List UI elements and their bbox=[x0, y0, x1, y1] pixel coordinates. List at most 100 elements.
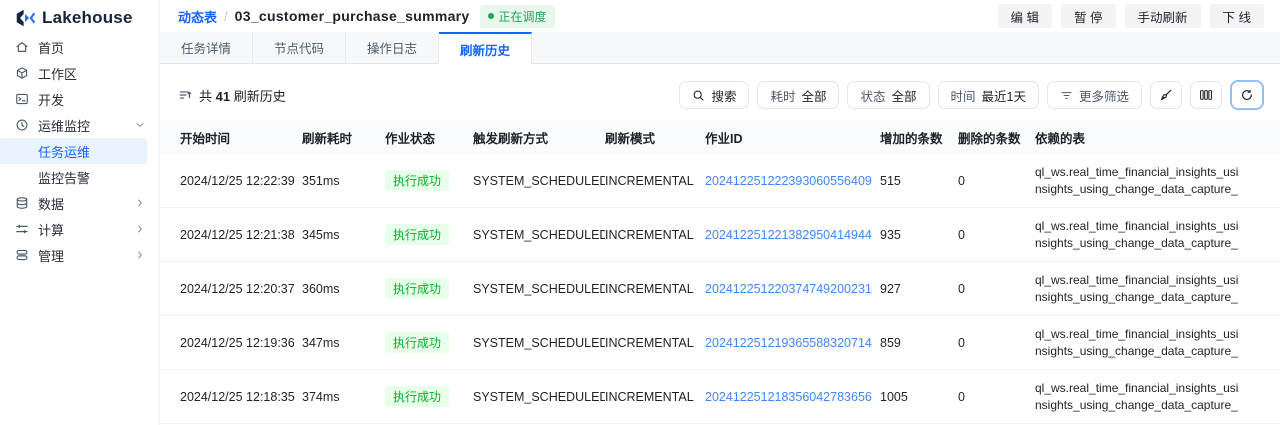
columns-icon bbox=[1199, 88, 1213, 102]
edit-button[interactable]: 编 辑 bbox=[998, 4, 1052, 28]
cell-deleted: 0 bbox=[958, 228, 1035, 242]
list-toolbar: 共 41 刷新历史 搜索 耗时 全部 状态 全部 时间 最 bbox=[160, 64, 1280, 120]
col-added: 增加的条数 bbox=[880, 128, 958, 147]
col-mode: 刷新模式 bbox=[605, 128, 705, 147]
status-filter-button[interactable]: 状态 全部 bbox=[847, 81, 929, 109]
tab-node-code[interactable]: 节点代码 bbox=[253, 32, 346, 63]
col-duration: 刷新耗时 bbox=[302, 128, 385, 147]
toolbar-actions: 搜索 耗时 全部 状态 全部 时间 最近1天 更多筛选 bbox=[679, 80, 1264, 110]
cell-deleted: 0 bbox=[958, 174, 1035, 188]
filter-value: 全部 bbox=[801, 86, 826, 105]
sidebar-item-label: 开发 bbox=[38, 90, 64, 109]
cell-added: 515 bbox=[880, 174, 958, 188]
more-filters-button[interactable]: 更多筛选 bbox=[1047, 81, 1142, 109]
breadcrumb-dynamic-table[interactable]: 动态表 bbox=[178, 7, 217, 26]
cell-deleted: 0 bbox=[958, 336, 1035, 350]
cell-start-time: 2024/12/25 12:21:38 bbox=[180, 228, 302, 242]
table-row: 2024/12/25 12:18:35 374ms 执行成功 SYSTEM_SC… bbox=[160, 370, 1280, 424]
pause-button[interactable]: 暂 停 bbox=[1061, 4, 1115, 28]
refresh-list-button[interactable] bbox=[1230, 80, 1264, 110]
status-badge-label: 正在调度 bbox=[499, 8, 547, 25]
sidebar-item-ops-monitoring[interactable]: 运维监控 bbox=[0, 112, 159, 138]
filter-lines-icon bbox=[1060, 89, 1073, 102]
column-settings-button[interactable] bbox=[1190, 81, 1222, 109]
app-logo[interactable]: Lakehouse bbox=[0, 0, 159, 34]
clean-broom-button[interactable] bbox=[1150, 81, 1182, 109]
filter-value: 最近1天 bbox=[982, 86, 1026, 105]
col-deps: 依赖的表 bbox=[1035, 128, 1280, 147]
terminal-icon bbox=[15, 92, 29, 106]
sidebar-item-admin[interactable]: 管理 bbox=[0, 242, 159, 268]
sidebar-item-dev[interactable]: 开发 bbox=[0, 86, 159, 112]
sidebar-item-workspace[interactable]: 工作区 bbox=[0, 60, 159, 86]
sidebar-item-compute[interactable]: 计算 bbox=[0, 216, 159, 242]
cell-added: 1005 bbox=[880, 390, 958, 404]
sidebar-item-monitor-alerts[interactable]: 监控告警 bbox=[0, 164, 159, 190]
filter-label: 时间 bbox=[951, 86, 976, 105]
tab-refresh-history[interactable]: 刷新历史 bbox=[439, 32, 532, 64]
table-row: 2024/12/25 12:22:39 351ms 执行成功 SYSTEM_SC… bbox=[160, 154, 1280, 208]
job-id-link[interactable]: 202412251218356042783656 bbox=[705, 390, 872, 404]
sidebar-item-task-ops[interactable]: 任务运维 bbox=[0, 138, 147, 164]
duration-filter-button[interactable]: 耗时 全部 bbox=[757, 81, 839, 109]
cell-dependent-table: ql_ws.real_time_financial_insights_usi n… bbox=[1035, 326, 1280, 360]
col-deleted: 删除的条数 bbox=[958, 128, 1035, 147]
broom-icon bbox=[1159, 88, 1173, 102]
breadcrumb-separator: / bbox=[224, 9, 228, 24]
job-id-link[interactable]: 202412251219365588320714 bbox=[705, 336, 872, 350]
cell-mode: INCREMENTAL bbox=[605, 174, 705, 188]
filter-value: 全部 bbox=[892, 86, 917, 105]
job-status-badge: 执行成功 bbox=[385, 278, 449, 299]
manual-refresh-button[interactable]: 手动刷新 bbox=[1125, 4, 1201, 28]
cell-dependent-table: ql_ws.real_time_financial_insights_usi n… bbox=[1035, 164, 1280, 198]
sidebar-nav: 首页 工作区 开发 运维监控 任务运维 监控告 bbox=[0, 34, 159, 268]
job-status-badge: 执行成功 bbox=[385, 332, 449, 353]
col-start-time: 开始时间 bbox=[180, 128, 302, 147]
job-id-link[interactable]: 202412251220374749200231 bbox=[705, 282, 872, 296]
sidebar: Lakehouse 首页 工作区 开发 运维监控 bbox=[0, 0, 160, 425]
sort-lines-icon bbox=[178, 88, 192, 102]
offline-button[interactable]: 下 线 bbox=[1210, 4, 1264, 28]
sidebar-item-label: 工作区 bbox=[38, 64, 77, 83]
table-row: 2024/12/25 12:19:36 347ms 执行成功 SYSTEM_SC… bbox=[160, 316, 1280, 370]
sidebar-item-home[interactable]: 首页 bbox=[0, 34, 159, 60]
cell-duration: 360ms bbox=[302, 282, 385, 296]
refresh-history-table: 开始时间 刷新耗时 作业状态 触发刷新方式 刷新模式 作业ID 增加的条数 删除… bbox=[160, 120, 1280, 425]
cell-mode: INCREMENTAL bbox=[605, 390, 705, 404]
cell-mode: INCREMENTAL bbox=[605, 228, 705, 242]
cell-trigger: SYSTEM_SCHEDULED bbox=[473, 174, 605, 188]
col-trigger: 触发刷新方式 bbox=[473, 128, 605, 147]
search-label: 搜索 bbox=[711, 86, 736, 105]
count-prefix: 共 bbox=[199, 89, 212, 104]
chevron-down-icon bbox=[135, 120, 145, 130]
cell-duration: 351ms bbox=[302, 174, 385, 188]
tab-task-detail[interactable]: 任务详情 bbox=[160, 32, 253, 63]
filter-label: 状态 bbox=[860, 86, 885, 105]
header-actions: 编 辑 暂 停 手动刷新 下 线 bbox=[998, 4, 1264, 28]
cell-start-time: 2024/12/25 12:19:36 bbox=[180, 336, 302, 350]
compute-sliders-icon bbox=[15, 222, 29, 236]
job-id-link[interactable]: 202412251221382950414944 bbox=[705, 228, 872, 242]
sidebar-item-data[interactable]: 数据 bbox=[0, 190, 159, 216]
cell-dependent-table: ql_ws.real_time_financial_insights_usi n… bbox=[1035, 272, 1280, 306]
job-id-link[interactable]: 202412251222393060556409 bbox=[705, 174, 872, 188]
sidebar-item-label: 计算 bbox=[38, 220, 64, 239]
sidebar-item-label: 管理 bbox=[38, 246, 64, 265]
cell-dependent-table: ql_ws.real_time_financial_insights_usi n… bbox=[1035, 218, 1280, 252]
time-filter-button[interactable]: 时间 最近1天 bbox=[938, 81, 1039, 109]
tab-bar: 任务详情 节点代码 操作日志 刷新历史 bbox=[160, 32, 1280, 64]
search-button[interactable]: 搜索 bbox=[679, 81, 749, 109]
col-job-id: 作业ID bbox=[705, 128, 880, 147]
cell-trigger: SYSTEM_SCHEDULED bbox=[473, 390, 605, 404]
col-status: 作业状态 bbox=[385, 128, 473, 147]
lakehouse-logo-icon bbox=[14, 7, 36, 29]
count-value: 41 bbox=[216, 89, 230, 104]
cell-deleted: 0 bbox=[958, 390, 1035, 404]
sidebar-item-label: 数据 bbox=[38, 194, 64, 213]
job-status-badge: 执行成功 bbox=[385, 386, 449, 407]
tab-operation-log[interactable]: 操作日志 bbox=[346, 32, 439, 63]
admin-servers-icon bbox=[15, 248, 29, 262]
sidebar-item-label: 运维监控 bbox=[38, 116, 90, 135]
cell-dependent-table: ql_ws.real_time_financial_insights_usi n… bbox=[1035, 380, 1280, 414]
workspace-cube-icon bbox=[15, 66, 29, 80]
